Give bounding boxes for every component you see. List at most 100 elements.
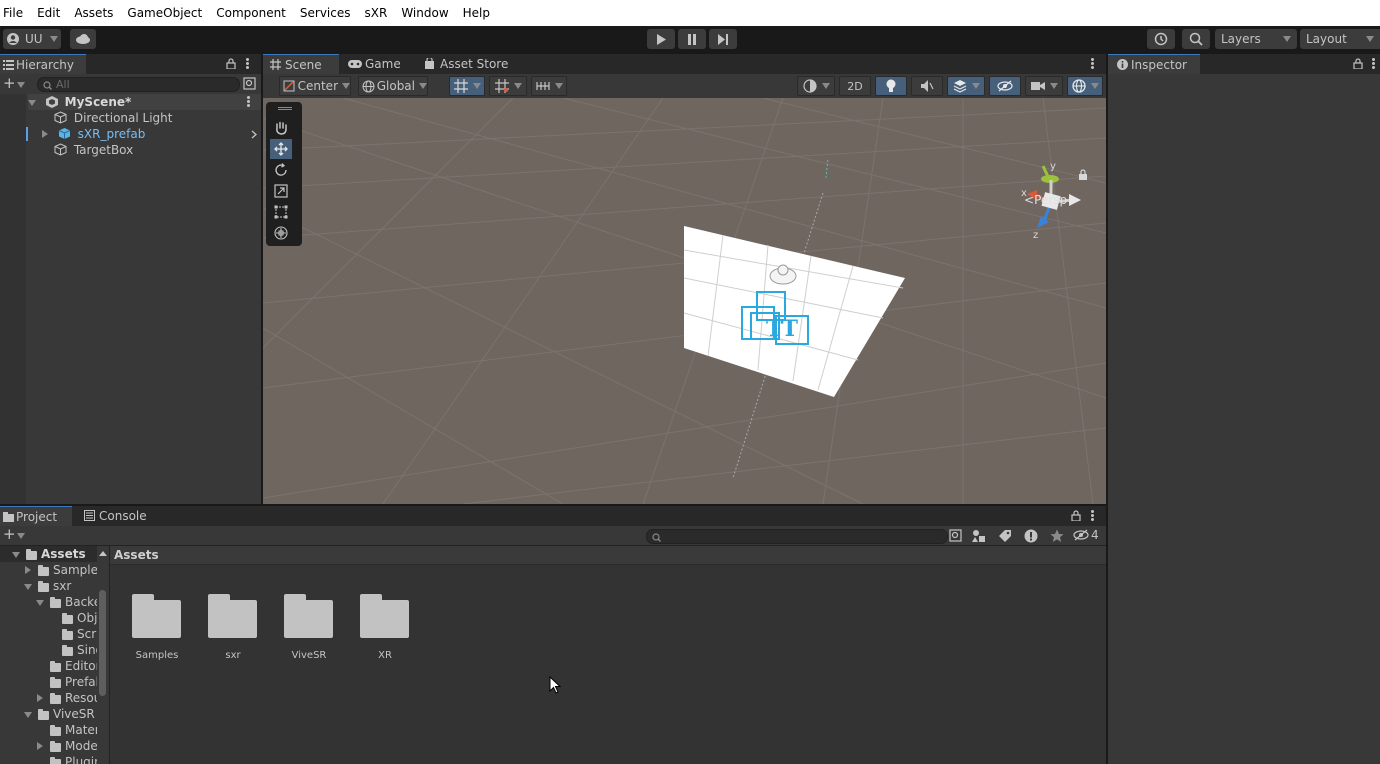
- hidden-packages-toggle[interactable]: 4: [1073, 528, 1099, 542]
- move-tool[interactable]: [270, 139, 292, 159]
- tree-item[interactable]: Singletons: [0, 642, 97, 658]
- more-options-icon[interactable]: [1091, 510, 1094, 521]
- history-button[interactable]: [1147, 29, 1175, 49]
- tree-item[interactable]: Prefabs: [0, 674, 97, 690]
- menu-help[interactable]: Help: [456, 0, 497, 26]
- hierarchy-item-sxr-prefab[interactable]: sXR_prefab: [42, 126, 261, 142]
- drag-handle-icon[interactable]: [278, 107, 292, 108]
- lock-icon[interactable]: [1071, 510, 1081, 521]
- hierarchy-search-input[interactable]: All: [37, 77, 240, 92]
- chevron-up-icon[interactable]: [99, 550, 107, 556]
- tree-item[interactable]: Editor: [0, 658, 97, 674]
- tab-game[interactable]: Game: [343, 54, 415, 74]
- 2d-mode-toggle[interactable]: 2D: [839, 76, 871, 96]
- warning-icon[interactable]: [1024, 529, 1038, 543]
- hierarchy-item-directional-light[interactable]: Directional Light: [54, 110, 173, 126]
- tree-item[interactable]: Resources: [0, 690, 97, 706]
- folder-item-sxr[interactable]: sxr: [195, 586, 271, 666]
- more-options-icon[interactable]: [1372, 58, 1375, 69]
- add-icon[interactable]: +: [3, 527, 16, 542]
- menu-file[interactable]: File: [0, 0, 30, 26]
- star-icon[interactable]: [1050, 529, 1064, 543]
- gizmos-dropdown[interactable]: [1067, 76, 1103, 96]
- projection-toggle[interactable]: <Persp: [1024, 193, 1067, 207]
- more-options-icon[interactable]: [1091, 58, 1094, 69]
- menu-gameobject[interactable]: GameObject: [120, 0, 209, 26]
- menu-edit[interactable]: Edit: [30, 0, 67, 26]
- scale-tool[interactable]: [270, 181, 292, 201]
- play-button[interactable]: [647, 29, 675, 49]
- search-button[interactable]: [1182, 29, 1210, 49]
- lock-icon[interactable]: [1078, 169, 1088, 180]
- breadcrumb-item-assets[interactable]: Assets: [114, 548, 159, 562]
- menu-sxr[interactable]: sXR: [358, 0, 395, 26]
- audio-toggle[interactable]: [911, 76, 943, 96]
- chevron-right-icon[interactable]: [25, 566, 31, 574]
- tab-console[interactable]: Console: [80, 506, 160, 526]
- tree-item[interactable]: Samples: [0, 562, 97, 578]
- tree-item[interactable]: Materials: [0, 722, 97, 738]
- tree-item[interactable]: Plugins: [0, 754, 97, 764]
- camera-dropdown[interactable]: [1025, 76, 1063, 96]
- tree-item[interactable]: Objects: [0, 610, 97, 626]
- more-options-icon[interactable]: [246, 58, 249, 69]
- menu-assets[interactable]: Assets: [67, 0, 120, 26]
- layout-dropdown[interactable]: Layout: [1300, 29, 1380, 49]
- chevron-down-icon[interactable]: [28, 100, 36, 106]
- folder-item-vivesr[interactable]: ViveSR: [271, 586, 347, 666]
- snap-increment-dropdown[interactable]: [489, 76, 527, 96]
- tree-item[interactable]: Assets: [0, 546, 97, 562]
- hierarchy-item-targetbox[interactable]: TargetBox: [54, 142, 133, 158]
- chevron-down-icon[interactable]: [17, 82, 25, 88]
- chevron-down-icon[interactable]: [12, 552, 20, 558]
- scene-viewport[interactable]: TT: [263, 98, 1106, 504]
- chevron-down-icon[interactable]: [24, 584, 32, 590]
- tab-asset-store[interactable]: Asset Store: [421, 54, 521, 74]
- step-button[interactable]: [709, 29, 737, 49]
- tab-scene[interactable]: Scene: [263, 54, 339, 74]
- tree-scrollbar[interactable]: [97, 546, 109, 764]
- add-icon[interactable]: +: [3, 76, 16, 91]
- chevron-down-icon[interactable]: [17, 533, 25, 539]
- pause-button[interactable]: [678, 29, 706, 49]
- lock-icon[interactable]: [1353, 58, 1363, 69]
- folder-item-samples[interactable]: Samples: [119, 586, 195, 666]
- lighting-toggle[interactable]: [875, 76, 907, 96]
- filter-by-type-icon[interactable]: [972, 529, 986, 543]
- tab-project[interactable]: Project: [0, 506, 72, 526]
- scene-visibility-toggle[interactable]: [989, 76, 1021, 96]
- label-tag-icon[interactable]: [998, 529, 1012, 543]
- effects-dropdown[interactable]: [947, 76, 985, 96]
- rotate-tool[interactable]: [270, 160, 292, 180]
- search-by-type-icon[interactable]: [949, 529, 962, 542]
- tree-item[interactable]: sxr: [0, 578, 97, 594]
- menu-window[interactable]: Window: [394, 0, 455, 26]
- tree-item[interactable]: Backend: [0, 594, 97, 610]
- pivot-mode-dropdown[interactable]: Center: [279, 76, 351, 96]
- tree-item[interactable]: Scripts: [0, 626, 97, 642]
- space-mode-dropdown[interactable]: Global: [358, 76, 428, 96]
- layers-dropdown[interactable]: Layers: [1215, 29, 1297, 49]
- folder-item-xr[interactable]: XR: [347, 586, 423, 666]
- draw-mode-dropdown[interactable]: [797, 76, 835, 96]
- chevron-down-icon[interactable]: [24, 712, 32, 718]
- chevron-down-icon[interactable]: [36, 600, 44, 606]
- tree-scrollbar-thumb[interactable]: [99, 590, 106, 696]
- lock-icon[interactable]: [226, 58, 236, 69]
- transform-tool[interactable]: [270, 223, 292, 243]
- tree-item[interactable]: Models: [0, 738, 97, 754]
- cloud-button[interactable]: [70, 29, 96, 49]
- tree-item[interactable]: ViveSR: [0, 706, 97, 722]
- chevron-right-icon[interactable]: [42, 130, 48, 138]
- scene-row[interactable]: MyScene*: [28, 94, 261, 110]
- menu-services[interactable]: Services: [293, 0, 358, 26]
- chevron-right-icon[interactable]: [37, 742, 43, 750]
- project-search-input[interactable]: [646, 529, 948, 544]
- rect-tool[interactable]: [270, 202, 292, 222]
- chevron-right-icon[interactable]: [37, 694, 43, 702]
- chevron-right-icon[interactable]: [251, 130, 257, 139]
- grid-snap-toggle[interactable]: [449, 76, 485, 96]
- menu-component[interactable]: Component: [209, 0, 293, 26]
- more-options-icon[interactable]: [247, 96, 250, 107]
- increment-snap-dropdown[interactable]: [531, 76, 567, 96]
